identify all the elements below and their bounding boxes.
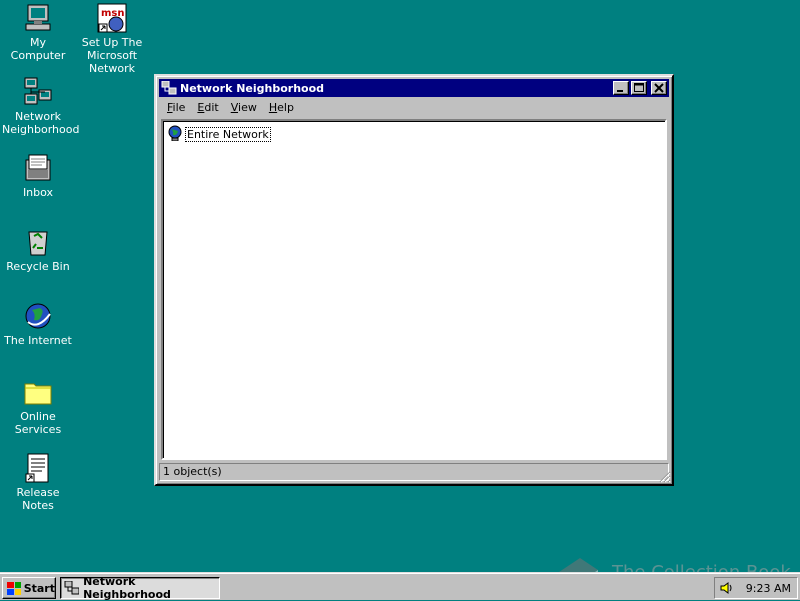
desktop-icon-online-services[interactable]: Online Services bbox=[0, 376, 76, 436]
resize-grip-icon[interactable] bbox=[659, 471, 671, 483]
menu-label: iew bbox=[238, 100, 257, 114]
desktop-icon-label: Release Notes bbox=[16, 486, 60, 512]
menu-bar: File Edit View Help bbox=[159, 97, 669, 117]
window-titlebar[interactable]: Network Neighborhood bbox=[159, 79, 669, 97]
msn-setup-icon: msn bbox=[96, 2, 128, 34]
taskbar-button-label: Network Neighborhood bbox=[83, 575, 171, 601]
system-tray: 9:23 AM bbox=[714, 577, 798, 599]
menu-file[interactable]: File bbox=[161, 101, 191, 114]
recycle-bin-icon bbox=[22, 226, 54, 258]
menu-help[interactable]: Help bbox=[263, 101, 300, 114]
clock[interactable]: 9:23 AM bbox=[746, 582, 791, 595]
folder-icon bbox=[22, 376, 54, 408]
menu-view[interactable]: View bbox=[225, 101, 263, 114]
globe-network-icon bbox=[167, 125, 183, 144]
menu-label: ile bbox=[172, 100, 186, 114]
desktop-icon-release-notes[interactable]: Release Notes bbox=[0, 452, 76, 512]
network-neighborhood-icon bbox=[64, 581, 80, 595]
window-title: Network Neighborhood bbox=[180, 81, 325, 95]
list-item-entire-network[interactable]: Entire Network bbox=[167, 125, 271, 144]
start-button[interactable]: Start bbox=[2, 577, 56, 599]
minimize-icon bbox=[617, 90, 623, 92]
desktop-icon-recycle-bin[interactable]: Recycle Bin bbox=[0, 226, 76, 273]
desktop-icon-network-neighborhood[interactable]: Network Neighborhood bbox=[0, 76, 80, 136]
desktop-icon-label: Set Up The Microsoft Network bbox=[81, 36, 143, 75]
menu-accel: V bbox=[230, 100, 239, 114]
network-neighborhood-icon[interactable] bbox=[161, 80, 177, 95]
desktop-icon-label: My Computer bbox=[10, 36, 66, 62]
desktop-icon-label: The Internet bbox=[4, 334, 72, 347]
maximize-button[interactable] bbox=[631, 81, 647, 95]
desktop-icon-label: Recycle Bin bbox=[6, 260, 70, 273]
taskbar: Start Network Neighborhood 9:23 AM bbox=[0, 572, 800, 601]
windows-logo-icon bbox=[7, 582, 21, 595]
document-shortcut-icon bbox=[22, 452, 54, 484]
minimize-button[interactable] bbox=[613, 81, 629, 95]
close-icon bbox=[654, 83, 664, 93]
status-bar: 1 object(s) bbox=[159, 463, 669, 481]
maximize-icon bbox=[634, 83, 644, 92]
close-button[interactable] bbox=[651, 81, 667, 95]
speaker-icon[interactable] bbox=[719, 581, 733, 595]
menu-label: dit bbox=[204, 100, 219, 114]
menu-label: elp bbox=[277, 100, 294, 114]
desktop-icon-msn-setup[interactable]: msn Set Up The Microsoft Network bbox=[74, 2, 150, 75]
desktop-icon-label: Network Neighborhood bbox=[2, 110, 80, 136]
desktop-icon-my-computer[interactable]: My Computer bbox=[0, 2, 76, 62]
list-item-label: Entire Network bbox=[185, 127, 271, 142]
start-label: Start bbox=[23, 581, 55, 595]
desktop-icon-label: Inbox bbox=[22, 186, 54, 199]
desktop-icon-internet[interactable]: The Internet bbox=[0, 300, 76, 347]
status-text: 1 object(s) bbox=[159, 463, 669, 481]
my-computer-icon bbox=[22, 2, 54, 34]
taskbar-button-network-neighborhood[interactable]: Network Neighborhood bbox=[60, 575, 220, 601]
network-neighborhood-window[interactable]: Network Neighborhood File Edit View Help… bbox=[154, 74, 674, 486]
menu-edit[interactable]: Edit bbox=[191, 101, 224, 114]
content-pane[interactable]: Entire Network bbox=[161, 119, 667, 460]
internet-icon bbox=[22, 300, 54, 332]
desktop-icon-inbox[interactable]: Inbox bbox=[0, 152, 76, 199]
desktop-icon-label: Online Services bbox=[14, 410, 62, 436]
inbox-icon bbox=[22, 152, 54, 184]
menu-accel: H bbox=[268, 100, 278, 114]
network-neighborhood-icon bbox=[22, 76, 54, 108]
